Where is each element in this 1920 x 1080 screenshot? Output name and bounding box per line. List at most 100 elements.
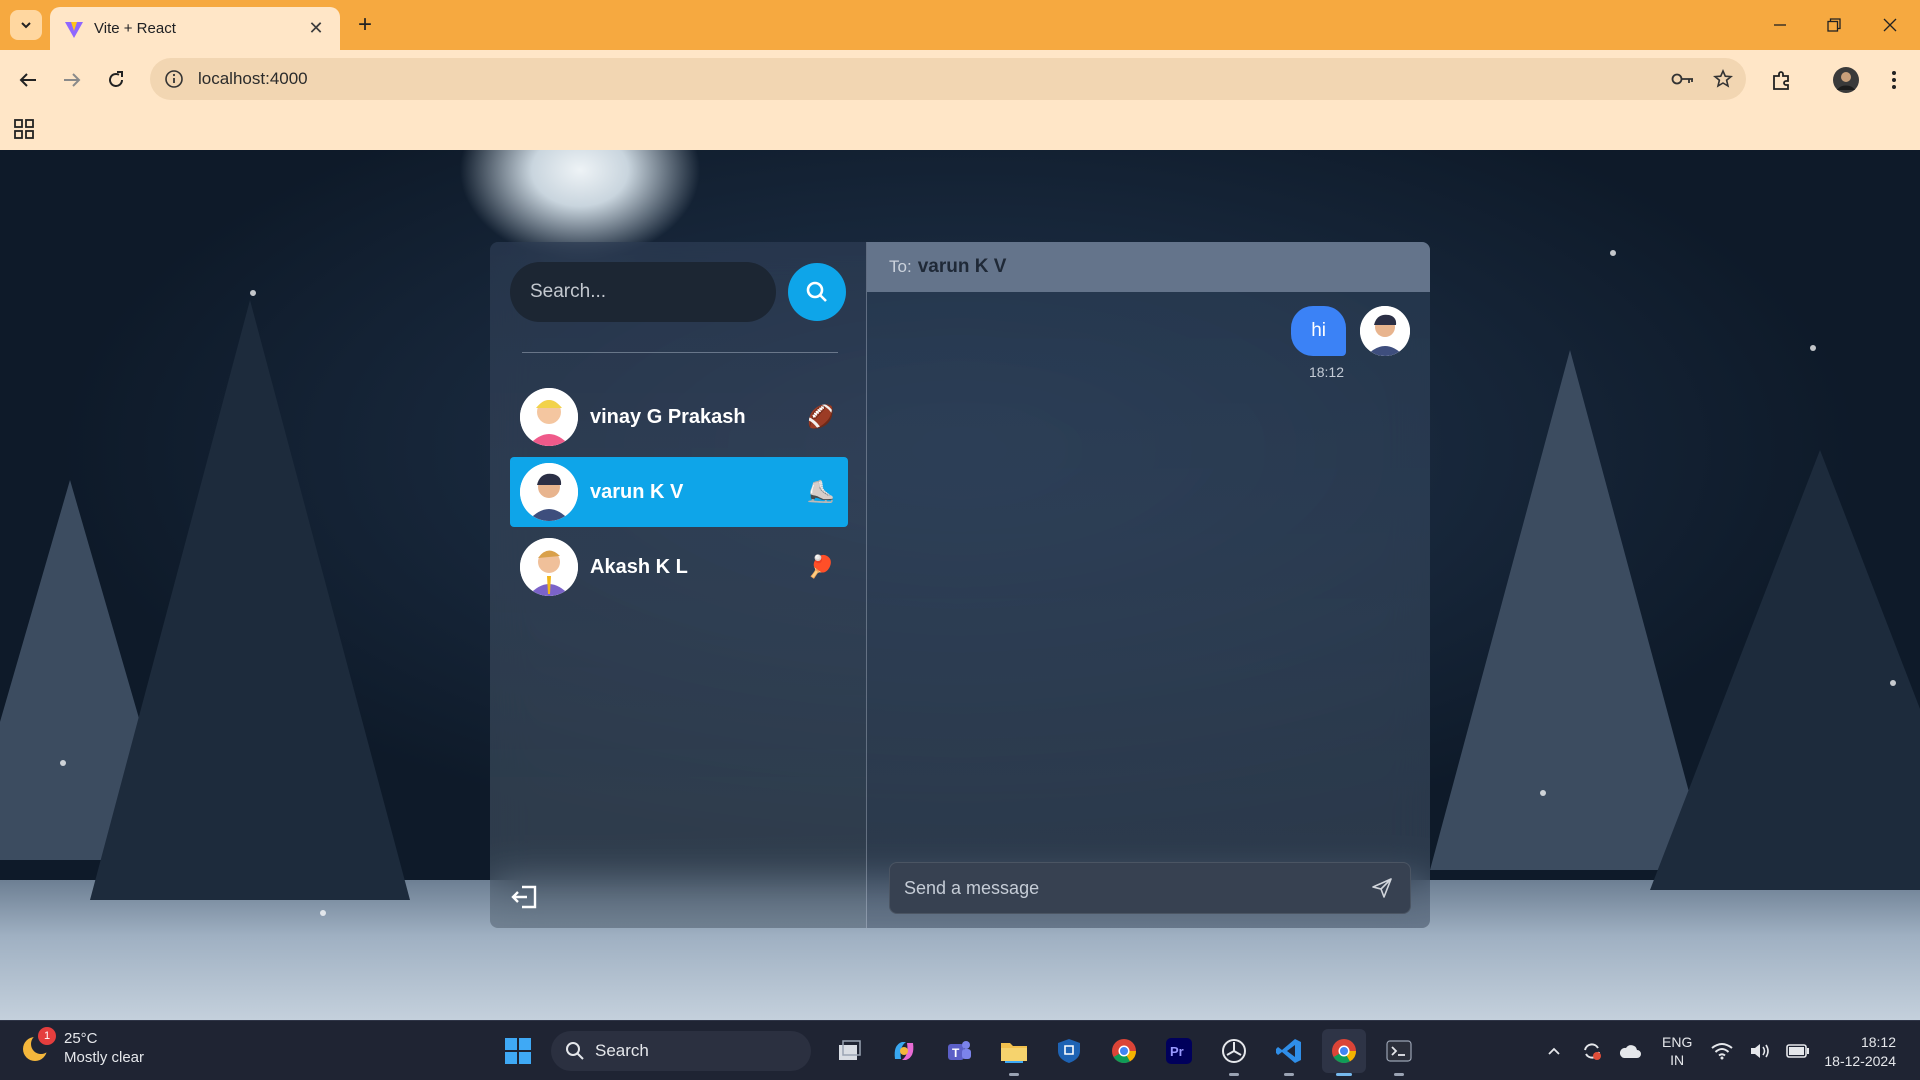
new-tab-button[interactable]: + xyxy=(352,12,378,38)
terminal-button[interactable] xyxy=(1377,1029,1421,1076)
chrome-active-button[interactable] xyxy=(1322,1029,1366,1076)
onedrive-button[interactable] xyxy=(1614,1035,1646,1067)
avatar xyxy=(1360,306,1410,356)
pine-tree xyxy=(90,300,410,900)
password-key-icon[interactable] xyxy=(1666,62,1700,96)
message-timestamp: 18:12 xyxy=(1308,364,1344,380)
chrome-button[interactable] xyxy=(1102,1029,1146,1073)
battery-button[interactable] xyxy=(1782,1035,1814,1067)
minimize-button[interactable] xyxy=(1760,10,1800,40)
weather-text: 25°C Mostly clear xyxy=(64,1029,144,1067)
bookmark-bar xyxy=(0,108,1920,150)
message-bubble: hi xyxy=(1291,306,1346,356)
tab-search-button[interactable] xyxy=(10,10,42,40)
page-viewport: vinay G Prakash 🏈 varun K V ⛸️ Akash K L… xyxy=(0,150,1920,1020)
language-indicator[interactable]: ENG IN xyxy=(1662,1033,1692,1069)
reload-button[interactable] xyxy=(100,64,132,96)
close-window-button[interactable] xyxy=(1870,10,1910,40)
wifi-icon xyxy=(1711,1043,1733,1060)
taskbar-search-label: Search xyxy=(595,1041,649,1060)
conversation-name: Akash K L xyxy=(590,555,688,578)
weather-widget[interactable]: 1 25°C Mostly clear xyxy=(20,1027,144,1067)
chatgpt-button[interactable] xyxy=(1212,1029,1256,1076)
system-clock[interactable]: 18:12 18-12-2024 xyxy=(1814,1033,1896,1071)
wifi-button[interactable] xyxy=(1706,1035,1738,1067)
show-hidden-icons-button[interactable] xyxy=(1538,1035,1570,1067)
ice-skate-icon: ⛸️ xyxy=(807,479,835,504)
browser-menu-button[interactable] xyxy=(1878,64,1910,96)
snowflake xyxy=(250,290,256,296)
browser-tab[interactable]: Vite + React ✕ xyxy=(50,7,340,50)
premiere-pro-button[interactable]: Pr xyxy=(1157,1029,1201,1073)
teams-icon: T xyxy=(948,1041,971,1060)
notification-badge: 1 xyxy=(38,1027,56,1045)
message-outgoing: hi xyxy=(1291,306,1410,356)
url-text[interactable]: localhost:4000 xyxy=(198,69,1666,89)
forward-button[interactable] xyxy=(56,64,88,96)
message-container: To: varun K V hi 18:12 xyxy=(867,242,1430,928)
speaker-icon xyxy=(1751,1044,1770,1058)
vscode-icon xyxy=(1276,1039,1301,1063)
running-indicator xyxy=(1009,1073,1019,1076)
language-code: ENG xyxy=(1662,1034,1693,1050)
logout-icon[interactable] xyxy=(510,882,540,912)
task-view-button[interactable] xyxy=(827,1029,871,1073)
to-label: To: xyxy=(889,257,912,276)
clock-time: 18:12 xyxy=(1860,1034,1896,1050)
file-explorer-button[interactable] xyxy=(992,1029,1036,1076)
apps-grid-icon[interactable] xyxy=(12,117,36,141)
sync-button[interactable] xyxy=(1576,1035,1608,1067)
taskbar-search[interactable]: Search xyxy=(551,1031,811,1071)
copilot-button[interactable] xyxy=(882,1029,926,1073)
puzzle-icon xyxy=(1773,71,1789,90)
avatar xyxy=(520,463,578,521)
language-region: IN xyxy=(1670,1052,1685,1068)
volume-button[interactable] xyxy=(1744,1035,1776,1067)
close-tab-icon[interactable]: ✕ xyxy=(306,18,326,39)
battery-icon xyxy=(1786,1044,1810,1058)
message-input-form xyxy=(889,862,1411,914)
snowflake xyxy=(1890,680,1896,686)
cloud-icon xyxy=(1619,1045,1641,1058)
conversation-item-selected[interactable]: varun K V ⛸️ xyxy=(510,457,848,527)
search-input[interactable] xyxy=(510,262,776,322)
task-view-icon xyxy=(839,1040,861,1060)
defender-button[interactable] xyxy=(1047,1029,1091,1073)
back-button[interactable] xyxy=(12,64,44,96)
address-bar[interactable]: localhost:4000 xyxy=(150,58,1746,100)
profile-avatar-button[interactable] xyxy=(1830,64,1862,96)
search-icon xyxy=(566,1042,584,1060)
send-button[interactable] xyxy=(1360,866,1404,910)
running-indicator xyxy=(1394,1073,1404,1076)
conversation-item[interactable]: Akash K L 🏓 xyxy=(510,532,848,602)
vscode-button[interactable] xyxy=(1267,1029,1311,1076)
chrome-icon xyxy=(1332,1039,1356,1064)
windows-logo-icon xyxy=(505,1038,531,1064)
running-indicator xyxy=(1284,1073,1294,1076)
recipient-name: varun K V xyxy=(917,256,1007,277)
extensions-button[interactable] xyxy=(1766,64,1798,96)
messages-list: hi 18:12 xyxy=(867,292,1430,832)
weather-temp: 25°C xyxy=(64,1030,98,1047)
message-input[interactable] xyxy=(890,877,1360,899)
restore-button[interactable] xyxy=(1814,10,1854,40)
pine-tree xyxy=(1650,450,1920,890)
site-info-icon[interactable] xyxy=(162,67,186,91)
running-indicator xyxy=(1336,1073,1352,1076)
conversation-item[interactable]: vinay G Prakash 🏈 xyxy=(510,382,848,452)
bookmark-star-icon[interactable] xyxy=(1706,62,1740,96)
teams-button[interactable]: T xyxy=(937,1029,981,1073)
chat-app: vinay G Prakash 🏈 varun K V ⛸️ Akash K L… xyxy=(490,242,1430,928)
taskbar: 1 25°C Mostly clear Search T Pr ENG IN 1… xyxy=(0,1020,1920,1080)
reload-icon xyxy=(109,71,123,87)
search-button[interactable] xyxy=(788,263,846,321)
send-icon xyxy=(1372,878,1392,898)
vite-logo-icon xyxy=(65,21,83,38)
minimize-icon xyxy=(1774,24,1786,26)
arrow-right-icon xyxy=(64,73,81,87)
start-button[interactable] xyxy=(496,1029,540,1073)
conversation-list: vinay G Prakash 🏈 varun K V ⛸️ Akash K L… xyxy=(510,382,848,607)
snowflake xyxy=(60,760,66,766)
close-icon xyxy=(1883,18,1897,32)
svg-text:T: T xyxy=(952,1046,960,1060)
